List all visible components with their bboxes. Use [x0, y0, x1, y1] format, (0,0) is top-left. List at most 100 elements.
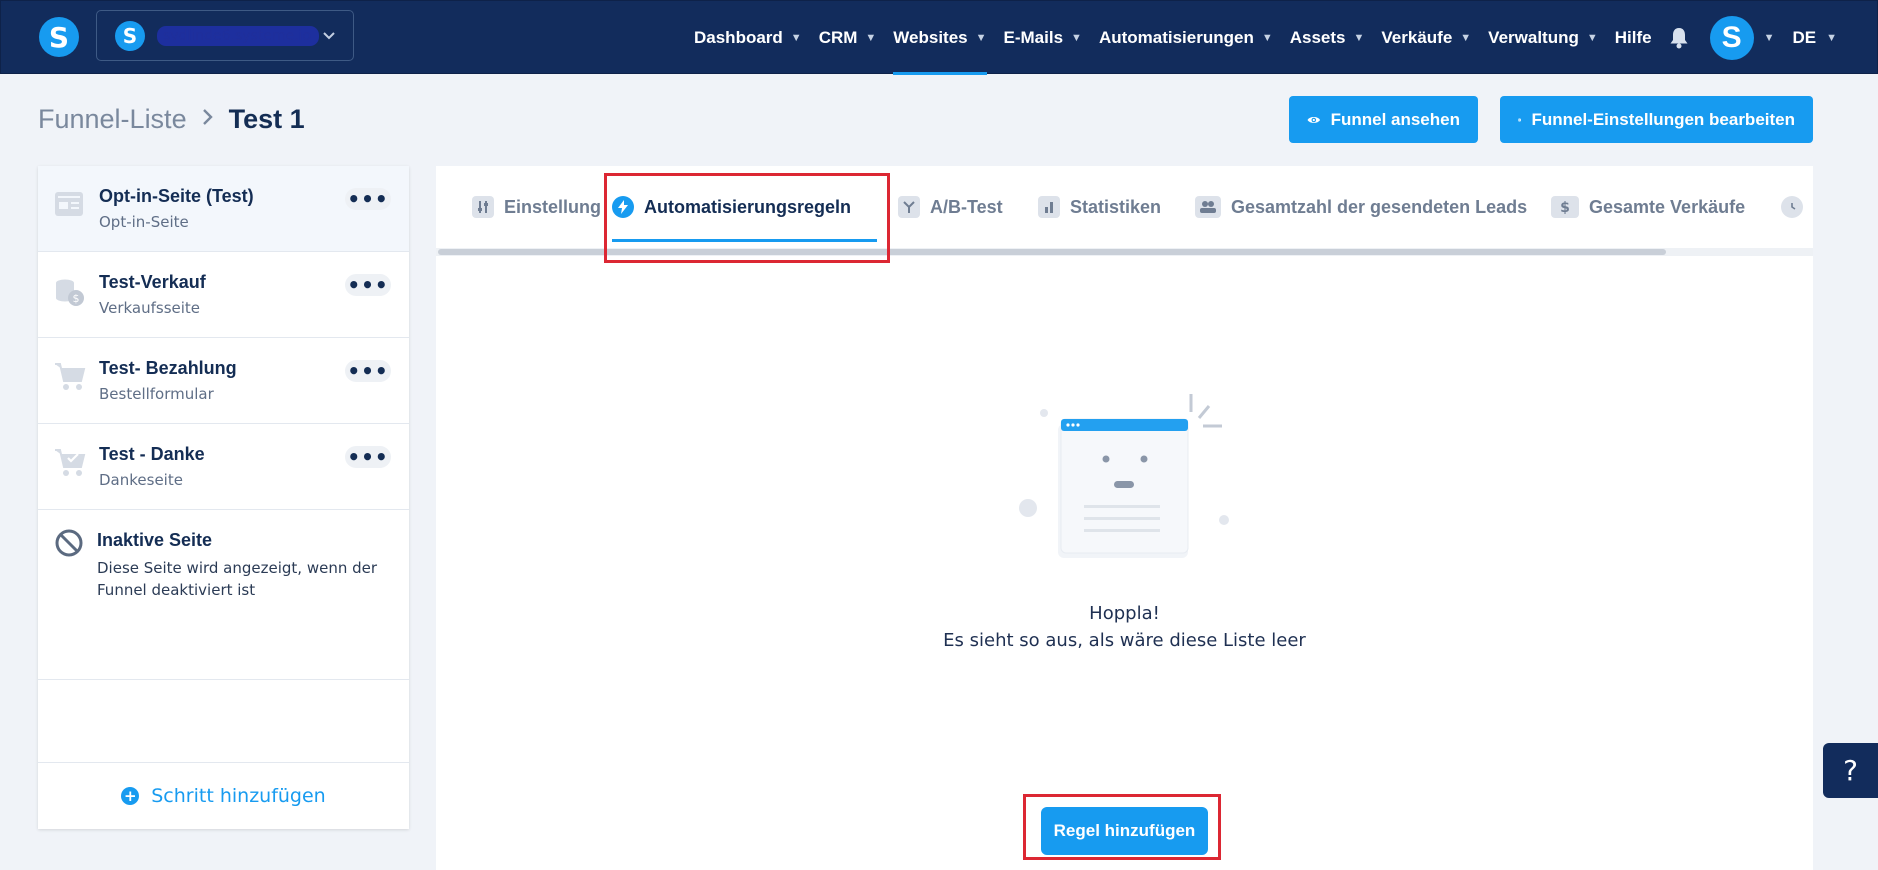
tab-ab-test[interactable]: A/B-Test	[898, 166, 1003, 248]
breadcrumb-funnel-list[interactable]: Funnel-Liste	[38, 104, 187, 135]
funnel-step[interactable]: Opt-in-Seite (Test) Opt-in-Seite •••	[38, 166, 409, 252]
user-avatar[interactable]: S	[1709, 16, 1754, 60]
more-options-button[interactable]: •••	[345, 274, 391, 296]
view-funnel-label: Funnel ansehen	[1330, 109, 1460, 129]
tab-total-sales[interactable]: $ Gesamte Verkäufe	[1551, 166, 1745, 248]
empty-list-illustration	[1011, 386, 1241, 590]
nav-sales[interactable]: Verkäufe ▼	[1381, 1, 1471, 75]
chevron-down-icon: ▼	[975, 32, 987, 44]
chevron-down-icon: ▼	[790, 32, 802, 44]
top-navigation-bar: S S svdlinde6.systeme.io Dashboard ▼ CRM…	[0, 0, 1878, 75]
order-form-icon	[54, 362, 86, 392]
bar-chart-icon	[1038, 196, 1060, 218]
svg-text:$: $	[1560, 200, 1570, 215]
funnel-steps-panel: Opt-in-Seite (Test) Opt-in-Seite ••• $ T…	[38, 166, 409, 829]
add-step-button[interactable]: + Schritt hinzufügen	[38, 762, 409, 829]
funnel-detail-panel: Einstellung Automatisierungsregeln A/B-T…	[436, 166, 1813, 870]
sliders-icon	[472, 196, 494, 218]
inactive-page-title: Inaktive Seite	[97, 530, 213, 550]
nav-label: Verwaltung	[1488, 28, 1579, 47]
edit-settings-label: Funnel-Einstellungen bearbeiten	[1531, 109, 1795, 129]
chevron-down-icon: ▼	[1460, 32, 1472, 44]
sales-page-icon: $	[54, 276, 84, 306]
more-options-button[interactable]: •••	[345, 360, 391, 382]
dollar-icon: $	[1551, 196, 1579, 218]
tab-label: A/B-Test	[930, 196, 1003, 217]
chevron-down-icon: ▼	[1586, 32, 1598, 44]
tab-label: Gesamtzahl der gesendeten Leads	[1231, 196, 1528, 217]
eye-icon	[1307, 116, 1321, 123]
language-selector[interactable]: DE ▼	[1792, 28, 1837, 48]
more-options-button[interactable]: •••	[345, 446, 391, 468]
thank-you-page-icon	[54, 448, 86, 478]
add-step-label: Schritt hinzufügen	[151, 785, 326, 807]
tab-label: Gesamte Verkäufe	[1589, 196, 1746, 217]
edit-funnel-settings-button[interactable]: Funnel-Einstellungen bearbeiten	[1500, 96, 1813, 143]
nav-assets[interactable]: Assets ▼	[1290, 1, 1365, 75]
funnel-step[interactable]: $ Test-Verkauf Verkaufsseite •••	[38, 252, 409, 338]
highlight-box	[1023, 794, 1221, 860]
domain-name: svdlinde6.systeme.io	[157, 26, 319, 46]
step-title: Test - Danke	[99, 444, 205, 464]
split-icon	[898, 196, 920, 218]
page-title: Test 1	[228, 104, 305, 134]
nav-label: Automatisierungen	[1098, 28, 1254, 47]
nav-label: Websites	[893, 28, 968, 47]
svg-text:$: $	[73, 292, 80, 305]
chevron-down-icon: ▼	[1353, 32, 1365, 44]
nav-dashboard[interactable]: Dashboard ▼	[694, 1, 802, 75]
tab-statistics[interactable]: Statistiken	[1038, 166, 1161, 248]
chevron-down-icon: ▼	[1261, 32, 1273, 44]
chevron-down-icon[interactable]: ▼	[1764, 32, 1775, 44]
step-type: Opt-in-Seite	[99, 213, 189, 231]
clock-icon	[1781, 196, 1803, 218]
bell-icon[interactable]	[1669, 27, 1691, 49]
tab-more[interactable]	[1781, 166, 1813, 248]
nav-label: Hilfe	[1614, 28, 1652, 47]
nav-emails[interactable]: E-Mails ▼	[1004, 1, 1082, 75]
nav-administration[interactable]: Verwaltung ▼	[1488, 1, 1598, 75]
main-menu: Dashboard ▼ CRM ▼ Websites ▼ E-Mails ▼ A…	[694, 1, 1837, 75]
domain-logo-icon: S	[115, 21, 145, 51]
step-type: Bestellformular	[99, 385, 214, 403]
more-options-button[interactable]: •••	[345, 188, 391, 210]
nav-crm[interactable]: CRM ▼	[819, 1, 877, 75]
tab-label: Einstellung	[504, 196, 602, 217]
users-icon	[1195, 196, 1221, 218]
optin-page-icon	[54, 190, 84, 220]
nav-label: E-Mails	[1003, 28, 1064, 47]
chevron-down-icon: ▼	[1826, 32, 1837, 44]
funnel-step[interactable]: Test- Bezahlung Bestellformular •••	[38, 338, 409, 424]
tab-total-leads[interactable]: Gesamtzahl der gesendeten Leads	[1195, 166, 1527, 248]
chevron-down-icon	[322, 27, 336, 46]
chevron-right-icon	[201, 107, 215, 133]
tab-settings[interactable]: Einstellung	[472, 166, 601, 248]
empty-state-title: Hoppla!	[1089, 603, 1160, 624]
plus-icon: +	[121, 787, 140, 805]
step-type: Verkaufsseite	[99, 299, 201, 317]
inactive-page-description: Diese Seite wird angezeigt, wenn der Fun…	[97, 559, 378, 599]
view-funnel-button[interactable]: Funnel ansehen	[1289, 96, 1478, 143]
nav-label: Verkäufe	[1381, 28, 1453, 47]
breadcrumb: Funnel-Liste Test 1	[38, 104, 305, 135]
gear-icon	[1518, 117, 1522, 122]
step-title: Test-Verkauf	[99, 272, 206, 292]
funnel-step[interactable]: Test - Danke Dankeseite •••	[38, 424, 409, 510]
nav-label: Assets	[1289, 28, 1346, 47]
help-button[interactable]: ?	[1823, 743, 1878, 798]
nav-websites[interactable]: Websites ▼	[893, 1, 987, 75]
step-title: Opt-in-Seite (Test)	[99, 186, 254, 206]
domain-selector[interactable]: S svdlinde6.systeme.io	[96, 10, 354, 61]
highlight-box	[604, 173, 890, 263]
chevron-down-icon: ▼	[1071, 32, 1082, 44]
inactive-page-step[interactable]: Inaktive Seite Diese Seite wird angezeig…	[38, 510, 409, 680]
tab-label: Statistiken	[1070, 196, 1162, 217]
nav-label: CRM	[818, 28, 858, 47]
language-label: DE	[1792, 28, 1817, 47]
step-type: Dankeseite	[99, 471, 183, 489]
nav-help[interactable]: Hilfe	[1615, 1, 1652, 75]
systeme-logo[interactable]: S	[39, 17, 79, 57]
prohibited-icon	[54, 528, 84, 558]
nav-automations[interactable]: Automatisierungen ▼	[1099, 1, 1273, 75]
chevron-down-icon: ▼	[865, 32, 877, 44]
